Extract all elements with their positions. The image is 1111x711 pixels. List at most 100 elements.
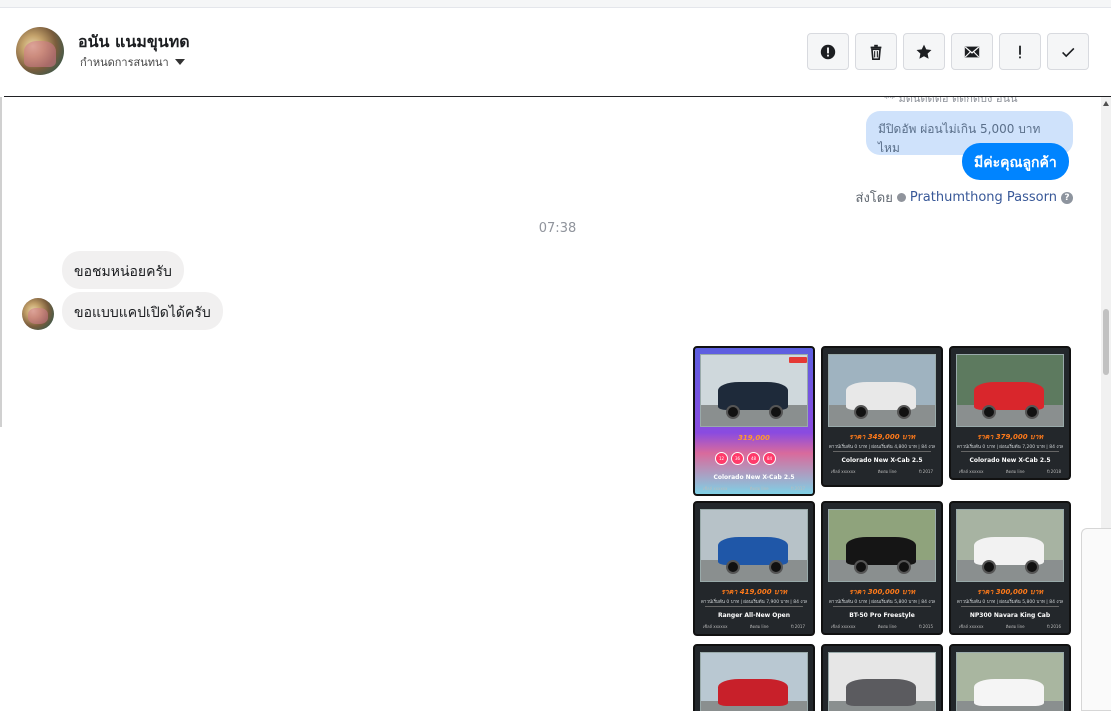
wheel (726, 559, 741, 574)
help-icon[interactable]: ? (1061, 191, 1073, 204)
car-image-card[interactable] (693, 644, 815, 711)
envelope-icon (964, 46, 980, 57)
car-shape (717, 678, 788, 707)
car-image-card[interactable] (949, 644, 1071, 711)
side-panel-tab[interactable] (1081, 528, 1111, 711)
car-image-card[interactable]: ราคา 300,000 บาท ดาวน์เริ่มต้น 0 บาท | ผ… (821, 501, 943, 635)
contact-avatar[interactable] (16, 27, 64, 75)
trash-icon (870, 44, 882, 60)
wheel (768, 404, 783, 419)
scroll-up-arrow-icon[interactable] (1103, 101, 1109, 106)
car-photo (700, 354, 808, 427)
mail-button[interactable] (951, 33, 993, 70)
sale-tag (789, 357, 807, 363)
card-footer: เซ็ลล์ xxxxxx ติดต่อ line ปี 2015 (831, 623, 933, 630)
sent-by-line: ส่งโดย Prathumthong Passorn ? (856, 187, 1073, 208)
car-model: Ranger All-New Open (717, 612, 791, 619)
car-price: ราคา 379,000 บาท (976, 433, 1044, 441)
footer-year: ปี 2016 (1047, 624, 1061, 629)
car-photo (956, 509, 1064, 582)
divider (833, 451, 931, 452)
installment-badge: 84 (763, 452, 776, 465)
installment-badge: 48 (747, 452, 760, 465)
scrollbar-thumb[interactable] (1103, 309, 1109, 375)
car-photo (828, 354, 936, 427)
star-icon (916, 44, 932, 59)
card-footer: เซ็ลล์ xxxxxx ติดต่อ line ปี 2017 (703, 485, 805, 492)
important-button[interactable] (999, 33, 1041, 70)
conversation-header: อนัน แนมขุนทด กำหนดการสนทนา (4, 8, 1111, 97)
footer-year: ปี 2017 (791, 624, 805, 629)
top-strip (0, 0, 1111, 8)
car-model: NP300 Navara King Cab (969, 612, 1051, 619)
alert-circle-icon (820, 44, 836, 59)
car-image-card[interactable]: ราคา 300,000 บาท ดาวน์เริ่มต้น 0 บาท | ผ… (949, 501, 1071, 635)
car-model: Colorado New X-Cab 2.5 (841, 457, 923, 464)
footer-year: ปี 2017 (791, 486, 805, 491)
report-button[interactable] (807, 33, 849, 70)
incoming-message[interactable]: ขอแบบแคปเปิดได้ครับ (62, 292, 223, 330)
incoming-message[interactable]: ขอชมหน่อยครับ (62, 251, 184, 289)
message-timestamp: 07:38 (538, 221, 577, 236)
car-specs: ดาวน์เริ่มต้น 0 บาท | ผ่อนเริ่มต้น 5,800… (829, 600, 935, 605)
car-image-card[interactable]: ราคา 379,000 บาท ดาวน์เริ่มต้น 0 บาท | ผ… (949, 346, 1071, 480)
footer-contact: ติดต่อ line (877, 469, 897, 474)
car-image-card[interactable]: ราคา 419,000 บาท ดาวน์เริ่มต้น 0 บาท | ผ… (693, 501, 815, 636)
conversation-settings-dropdown[interactable]: กำหนดการสนทนา (80, 53, 185, 71)
footer-seller: เซ็ลล์ xxxxxx (831, 624, 856, 629)
footer-seller: เซ็ลล์ xxxxxx (959, 469, 984, 474)
footer-contact: ติดต่อ line (1005, 624, 1025, 629)
installment-badges: 12 36 48 84 (715, 452, 776, 465)
car-price: 319,000 (738, 434, 770, 442)
divider (961, 606, 1059, 607)
footer-seller: เซ็ลล์ xxxxxx (703, 486, 728, 491)
divider (705, 606, 803, 607)
card-footer: เซ็ลล์ xxxxxx ติดต่อ line ปี 2017 (831, 468, 933, 475)
car-model: BT-50 Pro Freestyle (849, 612, 915, 619)
wheel (726, 404, 741, 419)
footer-contact: ติดต่อ line (877, 624, 897, 629)
footer-year: ปี 2018 (1047, 469, 1061, 474)
wheel (1024, 559, 1039, 574)
footer-seller: เซ็ลล์ xxxxxx (831, 469, 856, 474)
star-button[interactable] (903, 33, 945, 70)
exclamation-icon (1019, 45, 1021, 58)
car-model: Colorado New X-Cab 2.5 (713, 474, 795, 481)
wheel (768, 559, 783, 574)
wheel (896, 559, 911, 574)
sent-by-label: ส่งโดย (855, 191, 893, 206)
car-image-card[interactable] (821, 644, 943, 711)
car-photo (828, 652, 936, 711)
car-specs: ดาวน์เริ่มต้น 0 บาท | ผ่อนเริ่มต้น 7,200… (957, 445, 1063, 450)
car-image-card[interactable]: 319,000 12 36 48 84 Colorado New X-Cab 2… (693, 346, 815, 496)
car-specs: ดาวน์เริ่มต้น 0 บาท | ผ่อนเริ่มต้น 7,900… (701, 600, 807, 605)
car-specs: ดาวน์เริ่มต้น 0 บาท | ผ่อนเริ่มต้น 4,800… (829, 445, 935, 450)
message-list: ** มีต้นติดต่อ ติดกิตบัง อนัน มีปิดอัพ ผ… (4, 97, 1101, 711)
cut-off-message: ** มีต้นติดต่อ ติดกิตบัง อนัน (884, 97, 1018, 105)
car-specs: ดาวน์เริ่มต้น 0 บาท | ผ่อนเริ่มต้น 5,800… (957, 600, 1063, 605)
sender-avatar[interactable] (22, 298, 54, 330)
car-price: ราคา 300,000 บาท (976, 588, 1044, 596)
car-price: ราคา 349,000 บาท (848, 433, 916, 441)
footer-year: ปี 2017 (919, 469, 933, 474)
car-image-card[interactable]: ราคา 349,000 บาท ดาวน์เริ่มต้น 0 บาท | ผ… (821, 346, 943, 487)
outgoing-message[interactable]: มีค่ะคุณลูกค้า (962, 143, 1069, 180)
installment-badge: 12 (715, 452, 728, 465)
contact-name[interactable]: อนัน แนมขุนทด (78, 30, 190, 55)
footer-contact: ติดต่อ line (749, 486, 769, 491)
wheel (1024, 404, 1039, 419)
caret-down-icon (174, 59, 185, 65)
car-photo (700, 652, 808, 711)
installment-badge: 36 (731, 452, 744, 465)
car-photo (700, 509, 808, 582)
delete-button[interactable] (855, 33, 897, 70)
car-shape (973, 678, 1044, 707)
header-actions (807, 33, 1089, 70)
footer-seller: เซ็ลล์ xxxxxx (703, 624, 728, 629)
car-model: Colorado New X-Cab 2.5 (969, 457, 1051, 464)
car-photo (956, 354, 1064, 427)
sent-by-agent-link[interactable]: Prathumthong Passorn (910, 190, 1057, 205)
done-button[interactable] (1047, 33, 1089, 70)
card-footer: เซ็ลล์ xxxxxx ติดต่อ line ปี 2018 (959, 468, 1061, 475)
car-price: ราคา 419,000 บาท (720, 588, 788, 596)
